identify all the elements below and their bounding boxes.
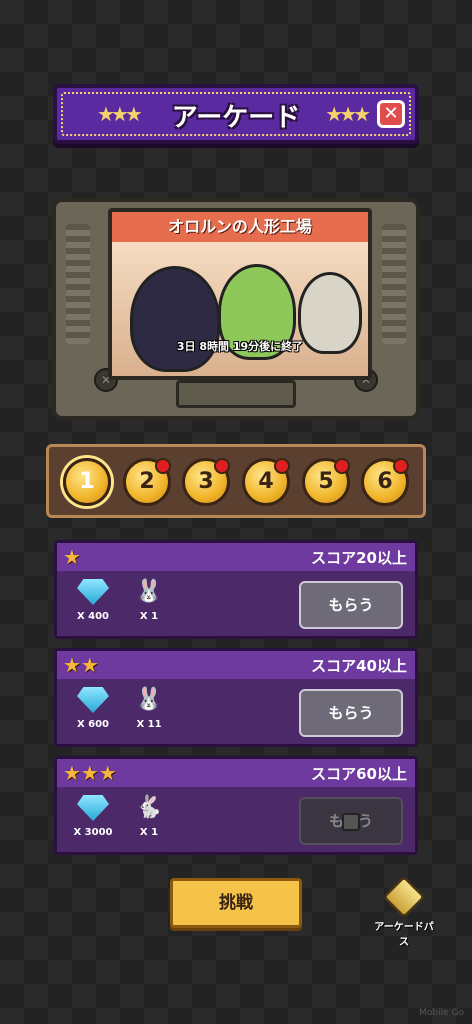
gem-count: X 3000 [73, 827, 113, 838]
cartridge-grip-left [66, 224, 90, 344]
bunny-reward: 🐰 X 1 [119, 579, 179, 622]
cartridge-grip-right [382, 224, 406, 344]
reward-header: ★ スコア20以上 [57, 543, 415, 571]
diamond-icon [77, 687, 109, 713]
level-4-label: 4 [258, 469, 274, 494]
level-2-label: 2 [139, 469, 155, 494]
level-3-label: 3 [198, 469, 214, 494]
gem-count: X 400 [76, 611, 110, 622]
close-button[interactable]: ✕ [377, 100, 405, 128]
reward-card-tier-1: ★ スコア20以上 X 400 🐰 X 1 もらう [54, 540, 418, 639]
gem-reward: X 400 [63, 579, 123, 622]
score-requirement: スコア20以上 [311, 549, 407, 567]
level-1-button[interactable]: 1 [63, 458, 111, 506]
reward-header: ★★★ スコア60以上 [57, 759, 415, 787]
star-icon: ★ [63, 545, 81, 569]
reward-card-tier-3: ★★★ スコア60以上 X 3000 🐇 X 1 もう [54, 756, 418, 855]
level-5-label: 5 [318, 469, 334, 494]
event-cartridge: ✕ ✕ オロルンの人形工場 3日 8時間 19分後に終了 [52, 198, 420, 420]
reward-card-tier-2: ★★ スコア40以上 X 600 🐰 X 11 もらう [54, 648, 418, 747]
bunny-icon: 🐰 [135, 579, 163, 604]
notification-dot [214, 458, 230, 474]
diamond-icon [77, 795, 109, 821]
notification-dot [155, 458, 171, 474]
bunny-count: X 1 [139, 611, 159, 622]
score-requirement: スコア40以上 [311, 657, 407, 675]
cartridge-bottom [176, 380, 296, 408]
gem-count: X 600 [76, 719, 110, 730]
stars-right-icon: ★★★ [325, 102, 371, 126]
bunny-icon: 🐰 [135, 687, 163, 712]
event-time-remaining: 3日 8時間 19分後に終了 [176, 340, 304, 353]
claim-button-locked: もう [299, 797, 403, 845]
arcade-pass-label: アーケードパス [374, 922, 434, 948]
trophy-count: X 1 [139, 827, 159, 838]
claim-button[interactable]: もらう [299, 581, 403, 629]
level-selector: 1 2 3 4 5 6 [46, 444, 426, 518]
star-icon: ★★★ [63, 761, 117, 785]
level-4-button[interactable]: 4 [242, 458, 290, 506]
gem-reward: X 3000 [63, 795, 123, 838]
event-card[interactable]: オロルンの人形工場 3日 8時間 19分後に終了 [108, 208, 372, 380]
level-6-label: 6 [377, 469, 393, 494]
reward-header: ★★ スコア40以上 [57, 651, 415, 679]
event-illustration [112, 242, 368, 376]
level-1-label: 1 [79, 469, 95, 494]
ticket-icon [382, 875, 426, 919]
challenge-button[interactable]: 挑戦 [170, 878, 302, 928]
title-banner: ★★★ アーケード ★★★ ✕ [53, 84, 419, 144]
level-2-button[interactable]: 2 [123, 458, 171, 506]
golden-bunny-icon: 🐇 [135, 795, 163, 820]
gem-reward: X 600 [63, 687, 123, 730]
notification-dot [274, 458, 290, 474]
black-cat-character-icon [130, 266, 220, 372]
trophy-reward: 🐇 X 1 [119, 795, 179, 838]
level-3-button[interactable]: 3 [182, 458, 230, 506]
level-5-button[interactable]: 5 [302, 458, 350, 506]
score-requirement: スコア60以上 [311, 765, 407, 783]
watermark: Mobile Go [419, 1008, 464, 1018]
arcade-pass-button[interactable]: アーケードパス [370, 875, 438, 948]
bunny-count: X 11 [136, 719, 162, 730]
bunny-reward: 🐰 X 11 [119, 687, 179, 730]
star-icon: ★★ [63, 653, 99, 677]
event-title: オロルンの人形工場 [112, 212, 368, 242]
notification-dot [393, 458, 409, 474]
diamond-icon [77, 579, 109, 605]
level-6-button[interactable]: 6 [361, 458, 409, 506]
claim-label-part: う [358, 812, 374, 830]
notification-dot [334, 458, 350, 474]
claim-button[interactable]: もらう [299, 689, 403, 737]
